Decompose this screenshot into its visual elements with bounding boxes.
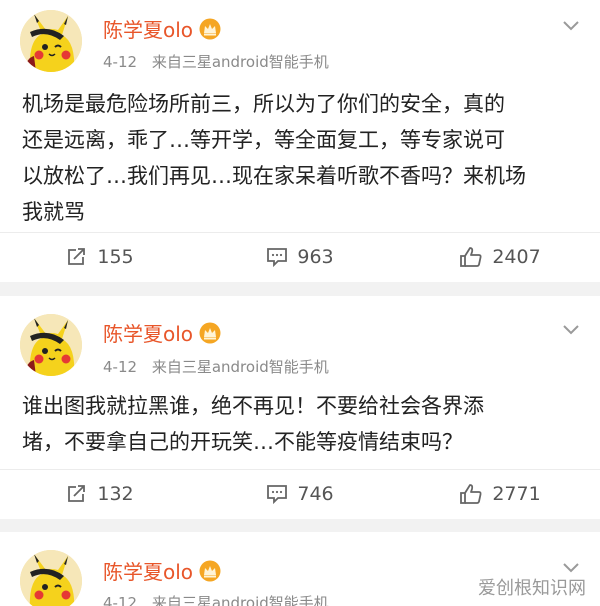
- content-line: 谁出图我就拉黑谁，绝不再见！不要给社会各界添: [22, 394, 484, 418]
- crown-icon: [199, 322, 221, 343]
- post-date: 4-12: [103, 358, 138, 376]
- like-button[interactable]: 2771: [400, 470, 600, 518]
- chevron-down-icon[interactable]: [560, 14, 582, 36]
- username[interactable]: 陈学夏olo: [103, 318, 221, 347]
- action-bar: 155 963 2407: [0, 233, 600, 281]
- like-count: 2771: [492, 483, 541, 505]
- username-text: 陈学夏olo: [103, 322, 194, 346]
- like-button[interactable]: 2407: [400, 233, 600, 281]
- like-count: 2407: [492, 246, 541, 268]
- avatar-pikachu-image: [20, 10, 82, 72]
- content-line: 还是远离，乖了…等开学，等全面复工，等专家说可: [22, 128, 505, 152]
- post-meta: 4-12 来自三星android智能手机: [103, 356, 329, 377]
- repost-count: 132: [97, 483, 134, 505]
- avatar[interactable]: [20, 314, 82, 376]
- comment-count: 746: [297, 483, 334, 505]
- repost-icon: [68, 248, 86, 265]
- username-text: 陈学夏olo: [103, 560, 194, 584]
- username-text: 陈学夏olo: [103, 18, 194, 42]
- post-content: 谁出图我就拉黑谁，绝不再见！不要给社会各界添 堵，不要拿自己的开玩笑…不能等疫情…: [22, 388, 582, 460]
- avatar-pikachu-image: [20, 314, 82, 376]
- post-source: 来自三星android智能手机: [151, 594, 329, 606]
- like-icon: [460, 247, 482, 267]
- post-date: 4-12: [103, 53, 138, 71]
- repost-icon: [68, 485, 86, 502]
- content-line: 机场是最危险场所前三，所以为了你们的安全，真的: [22, 92, 505, 116]
- post-source: 来自三星android智能手机: [151, 53, 329, 71]
- comment-button[interactable]: 746: [200, 470, 400, 518]
- post-meta: 4-12 来自三星android智能手机: [103, 592, 329, 606]
- repost-button[interactable]: 155: [0, 233, 200, 281]
- post-card: 陈学夏olo 4-12 来自三星android智能手机 谁出图我就拉黑谁，绝不再…: [0, 296, 600, 519]
- crown-icon: [199, 18, 221, 39]
- content-line: 我就骂: [22, 200, 85, 224]
- avatar-pikachu-image: [20, 550, 82, 606]
- repost-button[interactable]: 132: [0, 470, 200, 518]
- post-date: 4-12: [103, 594, 138, 606]
- watermark: 爱创根知识网: [474, 574, 590, 600]
- repost-count: 155: [97, 246, 134, 268]
- weibo-feed: 陈学夏olo 4-12 来自三星android智能手机 机场是最危险场所前三，所…: [0, 0, 600, 606]
- comment-count: 963: [297, 246, 334, 268]
- chevron-down-icon[interactable]: [560, 318, 582, 340]
- comment-button[interactable]: 963: [200, 233, 400, 281]
- post-content: 机场是最危险场所前三，所以为了你们的安全，真的 还是远离，乖了…等开学，等全面复…: [22, 86, 582, 230]
- like-icon: [460, 484, 482, 504]
- avatar[interactable]: [20, 550, 82, 606]
- content-line: 堵，不要拿自己的开玩笑…不能等疫情结束吗？: [22, 430, 463, 454]
- comment-icon: [267, 248, 288, 268]
- post-card: 陈学夏olo 4-12 来自三星android智能手机 机场是最危险场所前三，所…: [0, 0, 600, 282]
- username[interactable]: 陈学夏olo: [103, 14, 221, 43]
- avatar[interactable]: [20, 10, 82, 72]
- crown-icon: [199, 560, 221, 581]
- action-bar: 132 746 2771: [0, 470, 600, 518]
- comment-icon: [267, 485, 288, 505]
- post-meta: 4-12 来自三星android智能手机: [103, 51, 329, 72]
- content-line: 以放松了…我们再见…现在家呆着听歌不香吗？来机场: [22, 164, 526, 188]
- username[interactable]: 陈学夏olo: [103, 556, 221, 585]
- post-source: 来自三星android智能手机: [151, 358, 329, 376]
